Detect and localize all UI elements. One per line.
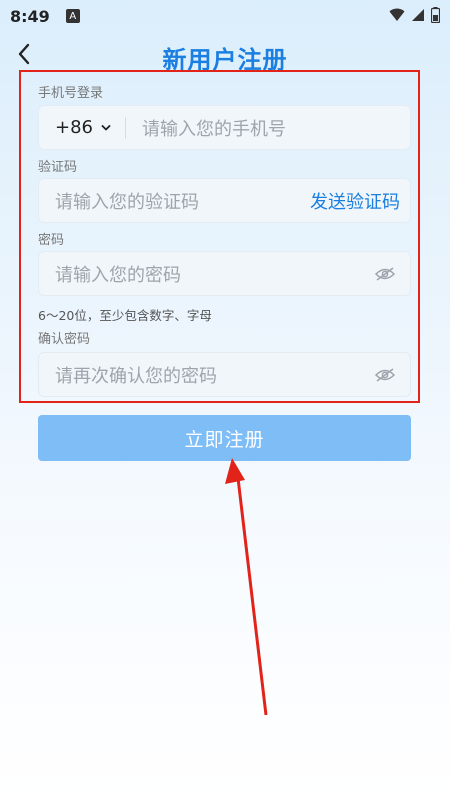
eye-off-icon [374,367,396,382]
confirm-password-label: 确认密码 [38,332,91,347]
register-button[interactable]: 立即注册 [38,415,411,461]
password-hint: 6～20位，至少包含数字、字母 [38,308,212,323]
phone-input[interactable]: 请输入您的手机号 [126,115,410,141]
notification-icon: A [65,9,80,23]
confirm-password-visibility-toggle[interactable] [374,367,410,383]
code-label: 验证码 [38,160,78,175]
eye-off-icon [374,266,396,281]
signal-icon [412,9,424,21]
send-code-button[interactable]: 发送验证码 [310,188,410,214]
chevron-down-icon [101,124,111,130]
country-code-selector[interactable]: +86 [39,117,111,138]
code-field: 请输入您的验证码 发送验证码 [38,178,411,223]
status-icons [389,7,440,23]
country-code: +86 [55,117,93,138]
password-label: 密码 [38,233,65,248]
wifi-icon [389,8,405,21]
code-input[interactable]: 请输入您的验证码 [39,188,310,214]
password-visibility-toggle[interactable] [374,266,410,282]
password-input[interactable]: 请输入您的密码 [39,261,374,287]
confirm-password-input[interactable]: 请再次确认您的密码 [39,362,374,388]
phone-field: +86 请输入您的手机号 [38,105,411,150]
password-field: 请输入您的密码 [38,251,411,296]
battery-icon [431,7,440,23]
status-bar: 8:49 A [0,0,450,32]
phone-label: 手机号登录 [38,86,104,101]
status-time: 8:49 [10,6,50,26]
confirm-password-field: 请再次确认您的密码 [38,352,411,397]
